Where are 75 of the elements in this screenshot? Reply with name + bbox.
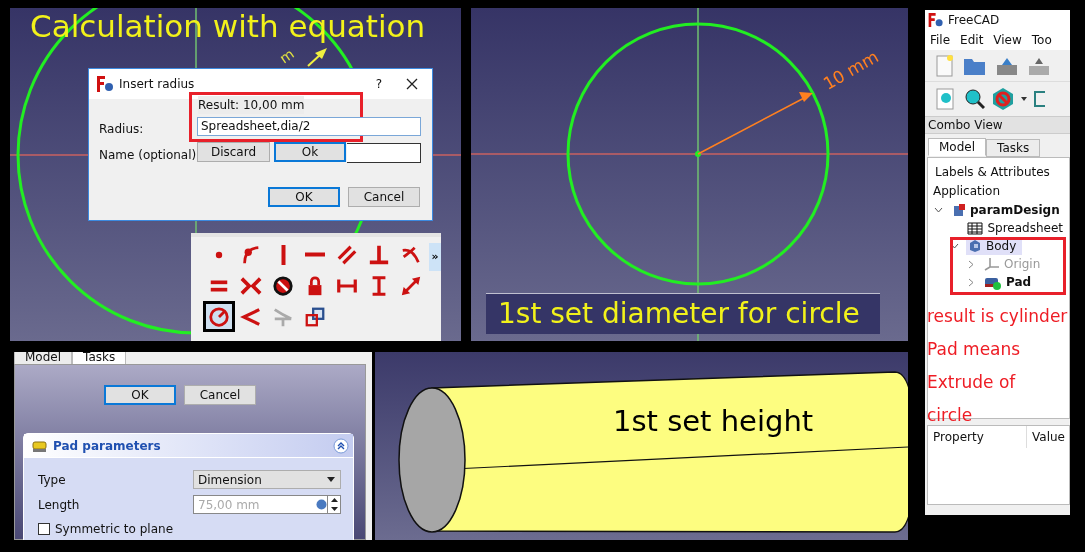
dropdown-arrow-icon (327, 477, 335, 482)
chevron-down-icon[interactable] (950, 243, 959, 249)
caption: 1st set diameter for circle (486, 293, 880, 334)
horizontal-bar-icon (305, 252, 325, 257)
spin-buttons[interactable] (327, 496, 340, 513)
overflow-button[interactable]: » (429, 243, 441, 271)
name-label: Name (optional) (99, 147, 197, 164)
annotation-text: result is cylinder (927, 305, 1068, 328)
radius-field[interactable]: Spreadsheet,dia/2 (197, 117, 421, 136)
angle-icon (240, 305, 262, 328)
section-title: Pad parameters (53, 437, 161, 455)
perpendicular-icon (368, 243, 390, 266)
chevron-down-icon[interactable] (934, 207, 943, 213)
help-button[interactable]: ? (375, 75, 382, 93)
tree-root: Application (932, 183, 1002, 200)
tab[interactable]: Tasks (986, 139, 1041, 157)
tree-item[interactable]: Pad (982, 273, 1038, 291)
toolbar-button[interactable] (203, 301, 235, 332)
dropdown-arrow-icon[interactable] (1021, 97, 1027, 101)
annotation-text: Extrude of (927, 371, 1017, 394)
type-dropdown[interactable]: Dimension (193, 470, 341, 489)
ok-button[interactable]: OK (104, 385, 176, 405)
result-label: Result: 10,00 mm (198, 96, 305, 114)
menu-item[interactable]: Edit (955, 31, 989, 49)
app-logo-icon (97, 76, 115, 92)
prohibited-icon (272, 274, 294, 297)
checkbox[interactable] (38, 523, 50, 535)
tree-item[interactable]: paramDesign (950, 201, 1066, 219)
tab[interactable]: Model (928, 138, 987, 156)
dimension-arrow (307, 48, 327, 67)
body-icon (968, 239, 982, 253)
dimension-label: 10 mm (818, 45, 883, 96)
dialog-title: Insert radius (119, 76, 195, 93)
cancel-button[interactable]: Cancel (348, 187, 420, 207)
pad-icon (32, 438, 48, 453)
document-icon (952, 203, 966, 217)
table-icon (967, 221, 984, 235)
axes-icon (984, 257, 1000, 271)
tab[interactable]: Tasks (72, 352, 127, 364)
combo-view-header: Combo View (925, 116, 1070, 134)
app-logo-icon (928, 13, 945, 27)
length-label: Length (38, 496, 81, 514)
discard-button[interactable]: Discard (197, 142, 270, 162)
annotation-text: Pad means (927, 338, 1022, 361)
menu-item[interactable]: File (925, 31, 956, 49)
window-title: FreeCAD (948, 12, 1000, 29)
cancel-button[interactable]: Cancel (184, 385, 256, 405)
column-header: Property (928, 426, 1027, 448)
caption: 1st set height (613, 403, 814, 440)
name-field[interactable] (347, 143, 421, 163)
vertical-bar-icon (280, 244, 286, 265)
overlapping-squares-icon (304, 305, 326, 328)
tree-item[interactable]: Spreadsheet (965, 219, 1069, 237)
annotation-text: circle (927, 404, 974, 427)
parallel-lines-icon (336, 243, 358, 266)
close-icon[interactable] (406, 78, 418, 90)
column-header: Value (1031, 429, 1065, 446)
radius-label: Radius: (99, 121, 144, 138)
collapse-icon[interactable] (333, 437, 349, 454)
prohibited-icon[interactable] (991, 87, 1015, 111)
center-point (695, 151, 701, 157)
type-label: Type (38, 471, 67, 489)
chevron-right-icon[interactable] (968, 277, 974, 287)
zoom-icon[interactable] (963, 87, 985, 111)
radius-icon (208, 305, 230, 328)
checkbox-label: Symmetric to plane (55, 521, 174, 538)
dimension-label: m (276, 45, 297, 67)
tab[interactable]: Model (14, 352, 73, 364)
tree-header: Labels & Attributes (934, 164, 1051, 181)
ok-button[interactable]: OK (268, 187, 340, 207)
ok-popup-button[interactable]: Ok (274, 142, 346, 162)
menu-item[interactable]: View (988, 31, 1027, 49)
expression-icon[interactable] (316, 499, 327, 510)
diagonal-arrow-icon (400, 274, 422, 297)
menu-item[interactable]: Too (1026, 31, 1057, 49)
